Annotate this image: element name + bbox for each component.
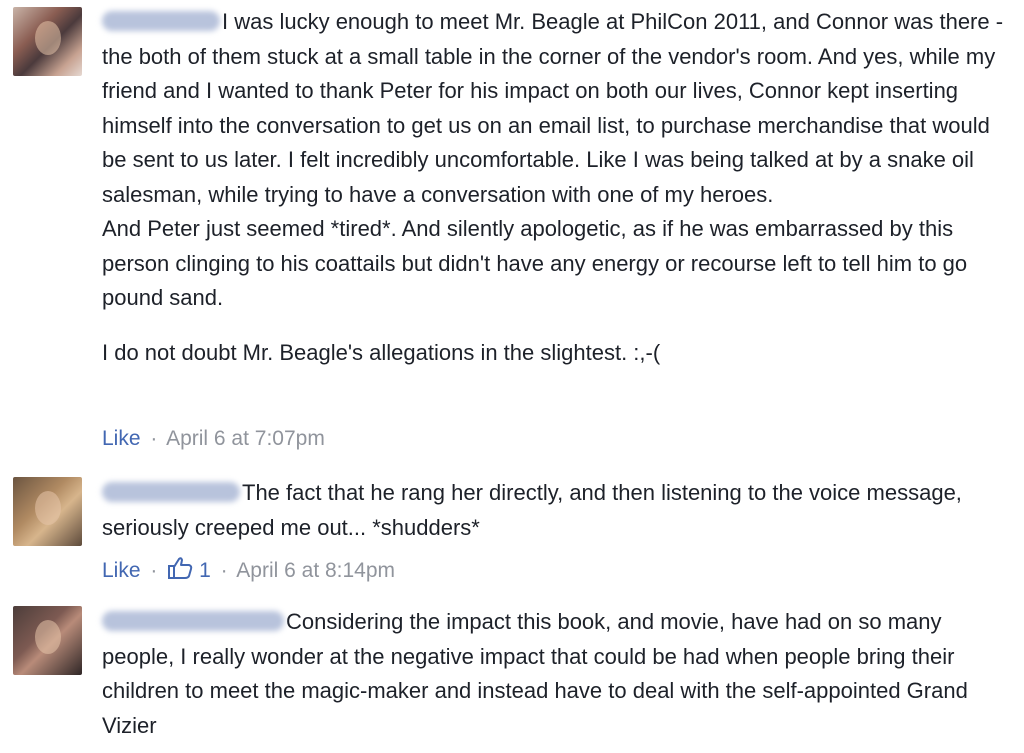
author-name-redacted[interactable] (102, 482, 240, 502)
avatar[interactable] (13, 606, 82, 675)
comment-text-first-line: The fact that he rang her directly, and … (242, 480, 861, 505)
separator: · (220, 559, 228, 582)
comment-body: I was lucky enough to meet Mr. Beagle at… (102, 5, 1007, 370)
comment-body: The fact that he rang her directly, and … (102, 476, 1007, 545)
avatar[interactable] (13, 7, 82, 76)
comment-text-first-line: Considering the impact this book, and mo… (286, 609, 882, 634)
like-button[interactable]: Like (102, 427, 141, 450)
thumbs-up-icon (168, 557, 193, 579)
avatar[interactable] (13, 477, 82, 546)
author-name-redacted[interactable] (102, 611, 284, 631)
avatar-face (35, 21, 61, 55)
separator: · (150, 559, 158, 582)
comment-actions: Like · April 6 at 7:07pm (102, 426, 325, 452)
comment-text-paragraph: I do not doubt Mr. Beagle's allegations … (102, 339, 661, 365)
comment-body: Considering the impact this book, and mo… (102, 605, 1007, 743)
like-button[interactable]: Like (102, 559, 141, 582)
comment-text-paragraph: And Peter just seemed *tired*. And silen… (102, 216, 968, 310)
reaction-count[interactable]: 1 (167, 557, 216, 582)
comment-timestamp[interactable]: April 6 at 8:14pm (236, 559, 395, 582)
like-count: 1 (199, 559, 211, 582)
author-name-redacted[interactable] (102, 11, 220, 31)
comment-timestamp[interactable]: April 6 at 7:07pm (166, 427, 325, 450)
comment-text: Connor was there - the both of them stuc… (102, 9, 1004, 207)
comment-actions: Like · 1 · April 6 at 8:14pm (102, 556, 395, 584)
avatar-face (35, 620, 61, 654)
separator: · (150, 427, 158, 450)
avatar-face (35, 491, 61, 525)
comment-text-first-line: I was lucky enough to meet Mr. Beagle at… (222, 9, 810, 34)
